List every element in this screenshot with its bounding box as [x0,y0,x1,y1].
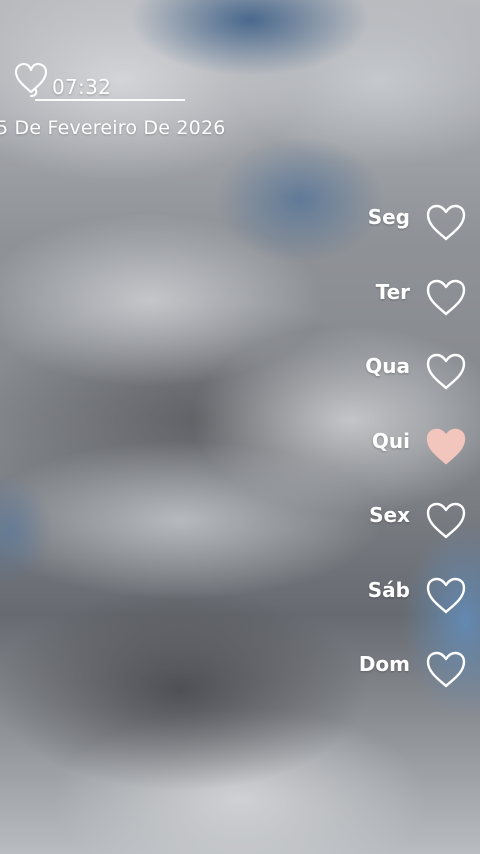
heart-icon [424,202,468,243]
heart-icon [424,575,468,616]
heart-icon [424,426,468,467]
weekday-label: Seg [367,205,410,229]
heart-icon [424,277,468,318]
weekday-label: Dom [358,652,410,676]
clock-widget: 07:32 5 De Fevereiro De 2026 [0,56,230,146]
weekday-list: Seg Ter Qua Qui Sex Sáb Dom [356,198,468,720]
weekday-item-seg[interactable]: Seg [356,198,468,273]
heart-icon [424,500,468,541]
weekday-item-ter[interactable]: Ter [356,273,468,348]
heart-outline-icon [12,62,50,98]
clock-time: 07:32 [52,75,112,99]
weekday-item-qua[interactable]: Qua [356,347,468,422]
weekday-label: Sex [369,503,410,527]
weekday-item-qui[interactable]: Qui [356,422,468,497]
wallpaper-screen: 07:32 5 De Fevereiro De 2026 Seg Ter Qua [0,0,480,854]
clock-divider [35,99,185,101]
weekday-item-sex[interactable]: Sex [356,496,468,571]
weekday-item-dom[interactable]: Dom [356,645,468,720]
clock-date: 5 De Fevereiro De 2026 [0,117,226,139]
weekday-label: Sáb [367,577,410,602]
weekday-label: Qui [371,428,410,453]
heart-icon [424,351,468,392]
heart-icon [424,649,468,690]
weekday-label: Qua [365,354,410,378]
weekday-label: Ter [375,279,410,304]
weekday-item-sab[interactable]: Sáb [356,571,468,646]
